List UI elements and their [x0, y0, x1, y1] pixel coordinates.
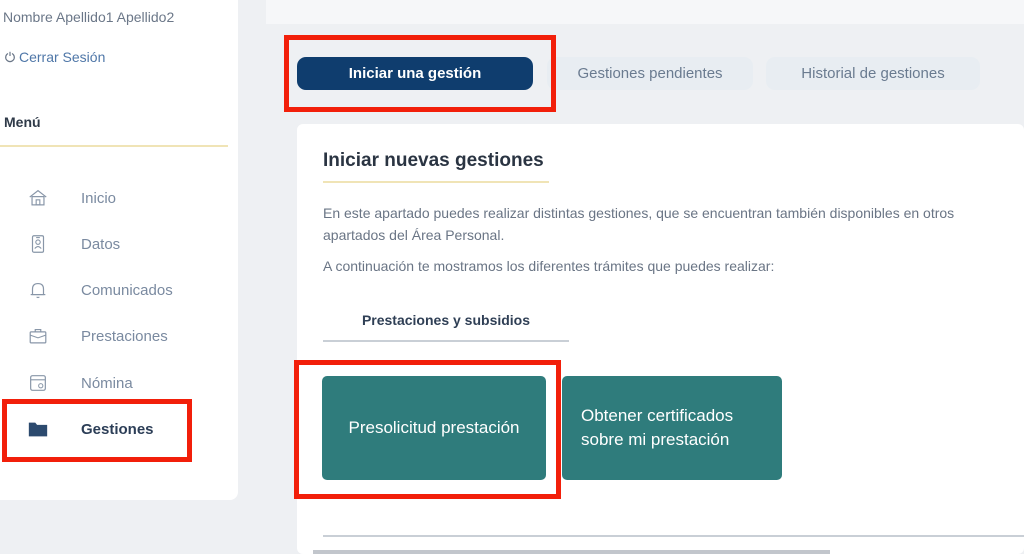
sidebar-item-nomina[interactable]: Nómina [0, 363, 230, 403]
scrollbar[interactable] [313, 550, 830, 554]
home-icon [26, 186, 50, 210]
main-card: Iniciar nuevas gestiones En este apartad… [297, 124, 1024, 554]
top-bar [266, 0, 1024, 24]
folder-icon [26, 417, 50, 441]
tab-gestiones-pendientes[interactable]: Gestiones pendientes [547, 57, 753, 90]
payslip-icon [26, 371, 50, 395]
certificados-button[interactable]: Obtener certificados sobre mi prestación [562, 376, 782, 480]
page-title: Iniciar nuevas gestiones [323, 150, 544, 171]
briefcase-icon [26, 324, 50, 348]
description: En este apartado puedes realizar distint… [323, 205, 955, 243]
card-divider [323, 535, 1024, 537]
id-card-icon [26, 232, 50, 256]
menu-title: Menú [4, 114, 41, 130]
sidebar-item-inicio[interactable]: Inicio [0, 178, 230, 218]
presolicitud-button[interactable]: Presolicitud prestación [322, 376, 546, 480]
tab-historial-gestiones[interactable]: Historial de gestiones [766, 57, 980, 90]
title-underline [323, 181, 549, 183]
sidebar-item-gestiones[interactable]: Gestiones [0, 409, 230, 449]
sidebar-item-label: Gestiones [81, 420, 154, 438]
intro-text: A continuación te mostramos los diferent… [323, 258, 775, 274]
sidebar-item-label: Comunicados [81, 281, 173, 299]
sidebar-item-label: Nómina [81, 374, 133, 392]
bell-icon [26, 278, 50, 302]
sidebar-item-prestaciones[interactable]: Prestaciones [0, 316, 230, 356]
sidebar-item-comunicados[interactable]: Comunicados [0, 270, 230, 310]
tab-iniciar-gestion[interactable]: Iniciar una gestión [297, 57, 533, 90]
power-icon [5, 51, 15, 63]
logout-link[interactable]: Cerrar Sesión [4, 49, 105, 65]
sidebar-item-label: Datos [81, 235, 121, 253]
tab-prestaciones-subsidios[interactable]: Prestaciones y subsidios [323, 312, 569, 342]
logout-label: Cerrar Sesión [19, 49, 106, 65]
certificados-label: Obtener certificados sobre mi prestación [581, 406, 734, 449]
sidebar-item-label: Inicio [81, 189, 117, 207]
sidebar-item-label: Prestaciones [81, 327, 168, 345]
sidebar-item-datos[interactable]: Datos [0, 224, 230, 264]
menu-divider [0, 145, 228, 147]
user-name: Nombre Apellido1 Apellido2 [3, 9, 175, 25]
sidebar: Nombre Apellido1 Apellido2 Cerrar Sesión… [0, 0, 238, 500]
